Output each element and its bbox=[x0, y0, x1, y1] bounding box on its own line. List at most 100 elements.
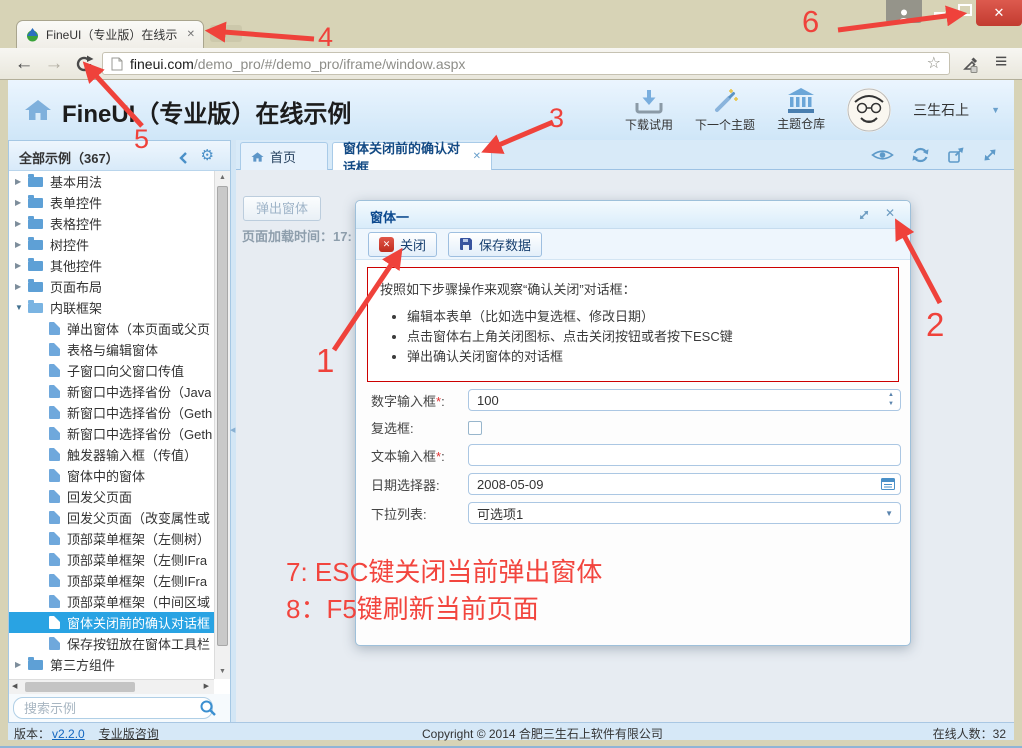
document-icon bbox=[49, 406, 60, 419]
save-data-button[interactable]: 保存数据 bbox=[448, 232, 542, 257]
form-row-select: 下拉列表: 可选项1 ▼ bbox=[371, 502, 910, 524]
tree-item[interactable]: 窗体中的窗体 bbox=[9, 465, 214, 486]
document-icon bbox=[49, 385, 60, 398]
bookmark-star-icon[interactable]: ☆ bbox=[927, 56, 941, 72]
url-host: fineui.com bbox=[130, 56, 194, 72]
tab-close-icon[interactable]: ✕ bbox=[187, 29, 195, 40]
tree-item[interactable]: 弹出窗体（本页面或父页 bbox=[9, 318, 214, 339]
tree-item-selected[interactable]: 窗体关闭前的确认对话框 bbox=[9, 612, 214, 633]
version-link[interactable]: v2.2.0 bbox=[52, 727, 85, 741]
browser-tab[interactable]: FineUI（专业版）在线示 ✕ bbox=[16, 20, 204, 48]
profile-button[interactable] bbox=[886, 0, 922, 23]
chevron-right-icon: ▶ bbox=[15, 177, 28, 186]
horizontal-scrollbar[interactable]: ◀ ▶ bbox=[9, 679, 214, 694]
gear-icon[interactable]: ⚙ bbox=[201, 146, 214, 164]
folder-icon bbox=[28, 660, 43, 670]
tab-bar-tools bbox=[871, 146, 998, 169]
tree-item[interactable]: 保存按钮放在窗体工具栏 bbox=[9, 633, 214, 654]
vertical-scrollbar[interactable]: ▲ ▼ bbox=[214, 171, 230, 679]
tree-item[interactable]: 顶部菜单框架（左侧树） bbox=[9, 528, 214, 549]
instruction-step: 编辑本表单（比如选中复选框、修改日期） bbox=[407, 307, 886, 327]
dialog-title: 窗体一 bbox=[370, 207, 409, 226]
tree-item[interactable]: 回发父页面（改变属性或 bbox=[9, 507, 214, 528]
tree-item[interactable]: ▶其他控件 bbox=[9, 255, 214, 276]
tab-home[interactable]: 首页 bbox=[240, 142, 328, 170]
search-icon[interactable] bbox=[200, 700, 216, 721]
tree-item[interactable]: 回发父页面 bbox=[9, 486, 214, 507]
number-input[interactable] bbox=[468, 389, 901, 411]
form-row-checkbox: 复选框: bbox=[371, 418, 910, 437]
tree-item[interactable]: ▶页面布局 bbox=[9, 276, 214, 297]
extension-dropper-button[interactable] bbox=[962, 54, 980, 78]
calendar-icon[interactable] bbox=[881, 477, 895, 495]
page-title: FineUI（专业版）在线示例 bbox=[62, 94, 351, 129]
date-input[interactable] bbox=[468, 473, 901, 495]
document-icon bbox=[49, 427, 60, 440]
dropper-icon bbox=[962, 54, 980, 73]
dialog-close-icon[interactable]: ✕ bbox=[885, 206, 895, 220]
tree-item[interactable]: 表格与编辑窗体 bbox=[9, 339, 214, 360]
new-tab-button[interactable] bbox=[210, 25, 242, 42]
forward-button[interactable]: → bbox=[40, 49, 68, 79]
open-folder-icon bbox=[28, 303, 43, 313]
download-trial-button[interactable]: 下载试用 bbox=[625, 88, 673, 133]
consult-link[interactable]: 专业版咨询 bbox=[99, 727, 159, 741]
popup-window-button[interactable]: 弹出窗体 bbox=[243, 196, 321, 221]
refresh-button[interactable] bbox=[911, 146, 930, 169]
tab-confirm-dialog[interactable]: 窗体关闭前的确认对话框 ✕ bbox=[332, 142, 492, 170]
save-icon bbox=[459, 237, 473, 251]
tree-item[interactable]: 顶部菜单框架（中间区域 bbox=[9, 591, 214, 612]
window-minimize-button[interactable] bbox=[926, 0, 952, 20]
form-row-text: 文本输入框*: bbox=[371, 444, 910, 466]
avatar[interactable] bbox=[847, 88, 891, 132]
tree-item[interactable]: 子窗口向父窗口传值 bbox=[9, 360, 214, 381]
tree-item[interactable]: 触发器输入框（传值） bbox=[9, 444, 214, 465]
window-maximize-button[interactable] bbox=[952, 0, 978, 20]
browser-menu-button[interactable]: ≡ bbox=[995, 50, 1007, 74]
address-bar[interactable]: fineui.com/demo_pro/#/demo_pro/iframe/wi… bbox=[102, 52, 950, 75]
tree-item[interactable]: 顶部菜单框架（左侧IFra bbox=[9, 570, 214, 591]
fullscreen-expand-button[interactable] bbox=[982, 147, 998, 168]
theme-store-button[interactable]: 主题仓库 bbox=[777, 88, 825, 132]
vertical-scrollbar-thumb[interactable] bbox=[217, 186, 228, 646]
collapse-panel-button[interactable] bbox=[179, 151, 188, 169]
user-name[interactable]: 三生石上 bbox=[913, 100, 969, 120]
tree-item[interactable]: 新窗口中选择省份（Java bbox=[9, 381, 214, 402]
horizontal-scrollbar-thumb[interactable] bbox=[25, 682, 135, 692]
dialog-maximize-button[interactable] bbox=[858, 208, 870, 226]
next-theme-button[interactable]: 下一个主题 bbox=[695, 88, 755, 133]
tree-item[interactable]: ▶表单控件 bbox=[9, 192, 214, 213]
dropdown-caret-icon[interactable]: ▼ bbox=[885, 509, 893, 518]
open-in-new-window-button[interactable] bbox=[947, 146, 965, 169]
tree-item[interactable]: 新窗口中选择省份（Geth bbox=[9, 402, 214, 423]
tree-item[interactable]: ▶第三方组件 bbox=[9, 654, 214, 675]
dialog-titlebar[interactable]: 窗体一 ✕ bbox=[356, 201, 910, 229]
browser-toolbar: ← → fineui.com/demo_pro/#/demo_pro/ifram… bbox=[0, 48, 1022, 80]
chevron-right-icon: ▶ bbox=[15, 282, 28, 291]
text-input[interactable] bbox=[468, 444, 901, 466]
splitter-collapse-icon[interactable]: ◀ bbox=[230, 426, 235, 434]
window-close-button[interactable]: ✕ bbox=[976, 0, 1022, 26]
tree-item[interactable]: ▶树控件 bbox=[9, 234, 214, 255]
user-menu-caret-icon[interactable]: ▼ bbox=[991, 105, 1000, 115]
preview-eye-button[interactable] bbox=[871, 147, 894, 168]
tab-close-icon[interactable]: ✕ bbox=[473, 151, 481, 162]
back-button[interactable]: ← bbox=[10, 49, 38, 79]
reload-button[interactable] bbox=[74, 54, 94, 79]
tree-item-expanded[interactable]: ▼内联框架 bbox=[9, 297, 214, 318]
tree-item[interactable]: ▶基本用法 bbox=[9, 171, 214, 192]
scroll-up-icon[interactable]: ▲ bbox=[215, 171, 230, 185]
search-input[interactable] bbox=[13, 697, 213, 719]
checkbox-input[interactable] bbox=[468, 421, 482, 435]
close-button[interactable]: ✕ 关闭 bbox=[368, 232, 437, 257]
scroll-left-icon[interactable]: ◀ bbox=[12, 680, 17, 694]
scroll-down-icon[interactable]: ▼ bbox=[215, 665, 230, 679]
tree-item[interactable]: 新窗口中选择省份（Geth bbox=[9, 423, 214, 444]
scroll-right-icon[interactable]: ▶ bbox=[204, 680, 209, 694]
tree-item[interactable]: 顶部菜单框架（左侧IFra bbox=[9, 549, 214, 570]
number-spinner[interactable]: ▲▼ bbox=[888, 391, 894, 409]
dropdown-select[interactable]: 可选项1 bbox=[468, 502, 901, 524]
tree-item[interactable]: ▶表格控件 bbox=[9, 213, 214, 234]
document-icon bbox=[49, 595, 60, 608]
url-path: /demo_pro/#/demo_pro/iframe/window.aspx bbox=[194, 56, 466, 72]
